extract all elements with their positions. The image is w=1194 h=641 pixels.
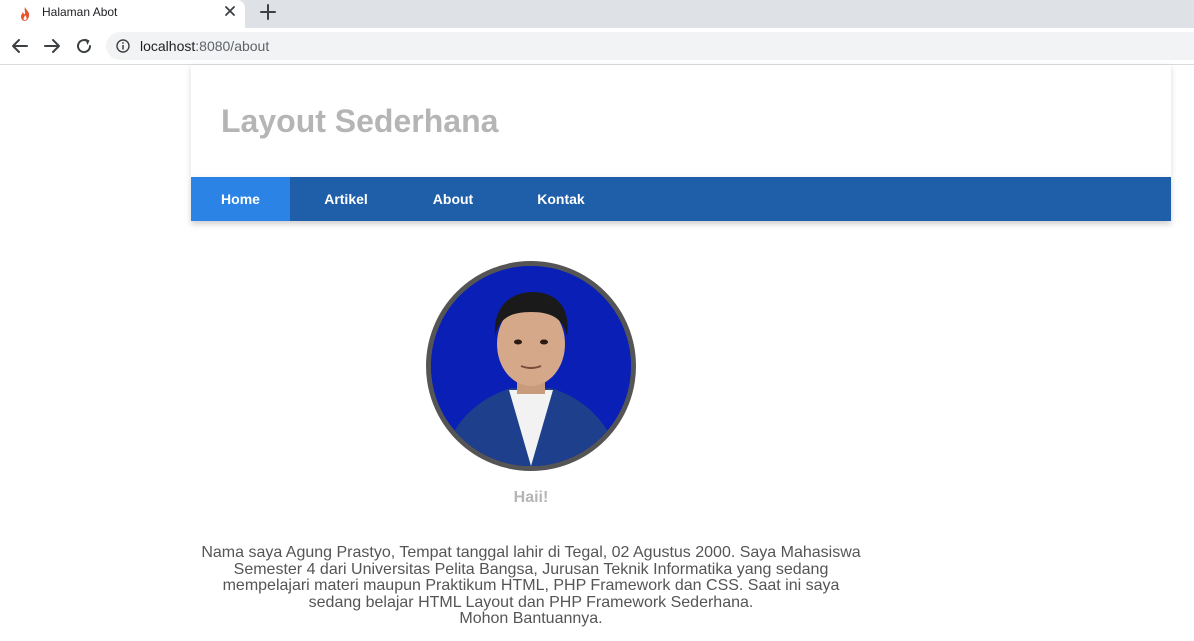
info-icon[interactable] bbox=[116, 39, 130, 53]
url-path: :8080/about bbox=[195, 38, 270, 54]
bio-line: Mohon Bantuannya. bbox=[459, 610, 603, 627]
web-page: Layout Sederhana Home Artikel About Kont… bbox=[0, 65, 1194, 641]
reload-icon[interactable] bbox=[74, 36, 94, 56]
browser-tabstrip: Halaman Abot bbox=[0, 0, 1194, 28]
bio-line: sedang belajar HTML Layout dan PHP Frame… bbox=[308, 593, 754, 611]
bio-line: mempelajari materi maupun Praktikum HTML… bbox=[222, 577, 840, 594]
browser-tab[interactable]: Halaman Abot bbox=[0, 0, 245, 28]
new-tab-icon[interactable] bbox=[258, 1, 278, 23]
forward-arrow-icon[interactable] bbox=[42, 36, 62, 56]
bio-line: Semester 4 dari Universitas Pelita Bangs… bbox=[233, 560, 829, 578]
profile-portrait bbox=[431, 266, 631, 466]
nav-home[interactable]: Home bbox=[191, 177, 290, 221]
url-host: localhost bbox=[140, 38, 196, 54]
nav-artikel[interactable]: Artikel bbox=[290, 177, 402, 221]
bio-line: Nama saya Agung Prastyo, Tempat tanggal … bbox=[201, 544, 861, 561]
main-navbar: Home Artikel About Kontak bbox=[191, 177, 1171, 221]
tab-title: Halaman Abot bbox=[42, 5, 118, 19]
address-bar[interactable]: localhost:8080/about bbox=[106, 32, 1194, 60]
flame-favicon-icon bbox=[21, 7, 30, 21]
greeting-text: Haii! bbox=[513, 489, 549, 506]
browser-toolbar: localhost:8080/about bbox=[0, 28, 1194, 65]
bio-paragraph: Nama saya Agung Prastyo, Tempat tanggal … bbox=[196, 544, 866, 628]
back-arrow-icon[interactable] bbox=[10, 36, 30, 56]
url-text: localhost:8080/about bbox=[140, 38, 269, 54]
close-tab-icon[interactable] bbox=[222, 3, 238, 19]
site-title: Layout Sederhana bbox=[221, 103, 499, 139]
nav-kontak[interactable]: Kontak bbox=[504, 177, 618, 221]
nav-about[interactable]: About bbox=[402, 177, 504, 221]
profile-photo bbox=[426, 261, 636, 471]
site-header: Layout Sederhana bbox=[191, 65, 1171, 177]
page-container: Layout Sederhana Home Artikel About Kont… bbox=[191, 65, 1171, 221]
